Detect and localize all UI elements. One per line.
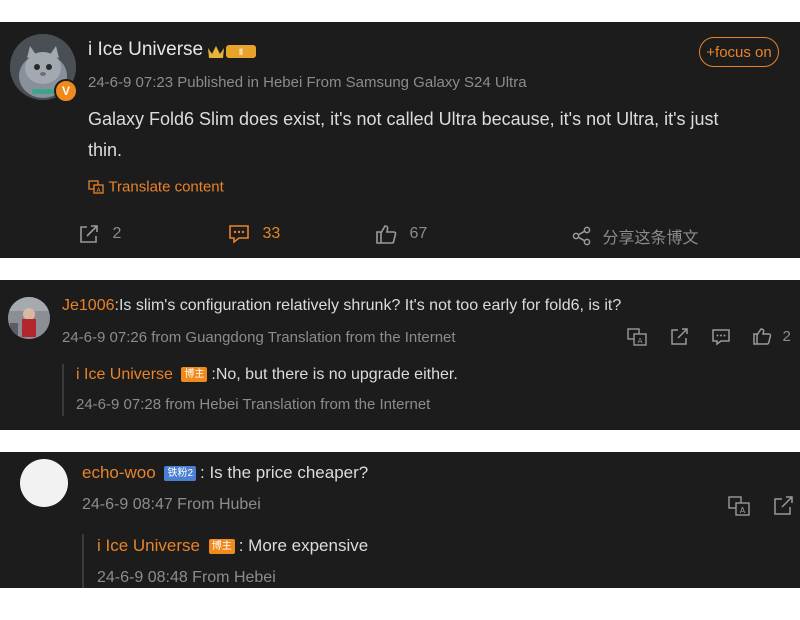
like-count: 67: [409, 225, 428, 242]
like-action[interactable]: 67: [375, 224, 427, 244]
post-meta: 24-6-9 07:23 Published in Hebei From Sam…: [88, 74, 527, 91]
comment-icon: [228, 224, 250, 244]
translate-label: Translate content: [108, 178, 224, 196]
main-post: V i Ice Universe Ⅱ 24-6-9 07:23 Publishe…: [0, 22, 800, 258]
fan-badge: 铁粉2: [164, 466, 197, 482]
reply-line: i Ice Universe 博主: More expensive: [97, 536, 368, 556]
comment-text: :Is slim's configuration relatively shru…: [114, 297, 622, 314]
reply-meta: 24-6-9 08:48 From Hebei: [97, 569, 276, 586]
author-name[interactable]: i Ice Universe: [88, 39, 203, 61]
reply-divider: [62, 364, 64, 416]
svg-text:A: A: [638, 337, 643, 345]
svg-text:A: A: [740, 506, 746, 515]
comment-like-action[interactable]: 2: [752, 327, 791, 345]
reply-author[interactable]: i Ice Universe: [97, 536, 200, 555]
follow-button[interactable]: +focus on: [699, 37, 779, 67]
share-icon: [572, 226, 592, 246]
photo-avatar-image: [8, 297, 50, 339]
comment-count: 33: [262, 225, 281, 242]
comment-meta: 24-6-9 07:26 from Guangdong Translation …: [62, 329, 456, 346]
comment-like-count: 2: [782, 327, 791, 345]
thumbs-up-icon: [752, 327, 772, 345]
thumbs-up-icon: [375, 224, 397, 244]
commenter-name[interactable]: Je1006: [62, 297, 115, 314]
crown-badge-icon: Ⅱ: [206, 42, 258, 65]
comment-line: Je1006:Is slim's configuration relativel…: [62, 297, 621, 315]
commenter-avatar[interactable]: [8, 297, 50, 339]
reply-text: : More expensive: [238, 536, 369, 555]
post-text-line-2: thin.: [88, 140, 123, 160]
reply-meta: 24-6-9 07:28 from Hebei Translation from…: [76, 396, 431, 413]
share-action[interactable]: 分享这条博文: [572, 224, 698, 248]
translate-icon[interactable]: A: [728, 496, 750, 516]
share-label: 分享这条博文: [602, 230, 699, 247]
reply-divider: [82, 534, 84, 588]
reply-text: :No, but there is no upgrade either.: [211, 366, 458, 383]
comment-text: : Is the price cheaper?: [200, 463, 369, 482]
translate-link[interactable]: A Translate content: [88, 178, 224, 196]
repost-icon[interactable]: [670, 328, 690, 346]
comment-line: echo-woo 铁粉2: Is the price cheaper?: [82, 463, 368, 483]
svg-text:Ⅱ: Ⅱ: [239, 48, 243, 58]
blogger-badge: 博主: [208, 539, 235, 555]
translate-icon: A: [88, 180, 104, 194]
repost-icon[interactable]: [773, 496, 795, 516]
reply-author[interactable]: i Ice Universe: [76, 366, 173, 383]
comment-icon[interactable]: [711, 328, 731, 346]
reply-line: i Ice Universe 博主:No, but there is no up…: [76, 366, 458, 384]
post-text-line-1: Galaxy Fold6 Slim does exist, it's not c…: [88, 109, 719, 129]
translate-icon[interactable]: A: [627, 328, 647, 346]
repost-action[interactable]: 2: [78, 224, 121, 244]
comment-meta: 24-6-9 08:47 From Hubei: [82, 496, 261, 513]
verified-v-icon: V: [54, 79, 78, 103]
repost-count: 2: [112, 225, 122, 242]
comment-echo-woo: echo-woo 铁粉2: Is the price cheaper? 24-6…: [0, 452, 800, 588]
repost-icon: [78, 224, 100, 244]
comment-action[interactable]: 33: [228, 224, 280, 244]
commenter-name[interactable]: echo-woo: [82, 463, 156, 482]
default-avatar[interactable]: [20, 459, 68, 507]
blogger-badge: 博主: [181, 367, 208, 383]
comment-je1006: Je1006:Is slim's configuration relativel…: [0, 280, 800, 430]
